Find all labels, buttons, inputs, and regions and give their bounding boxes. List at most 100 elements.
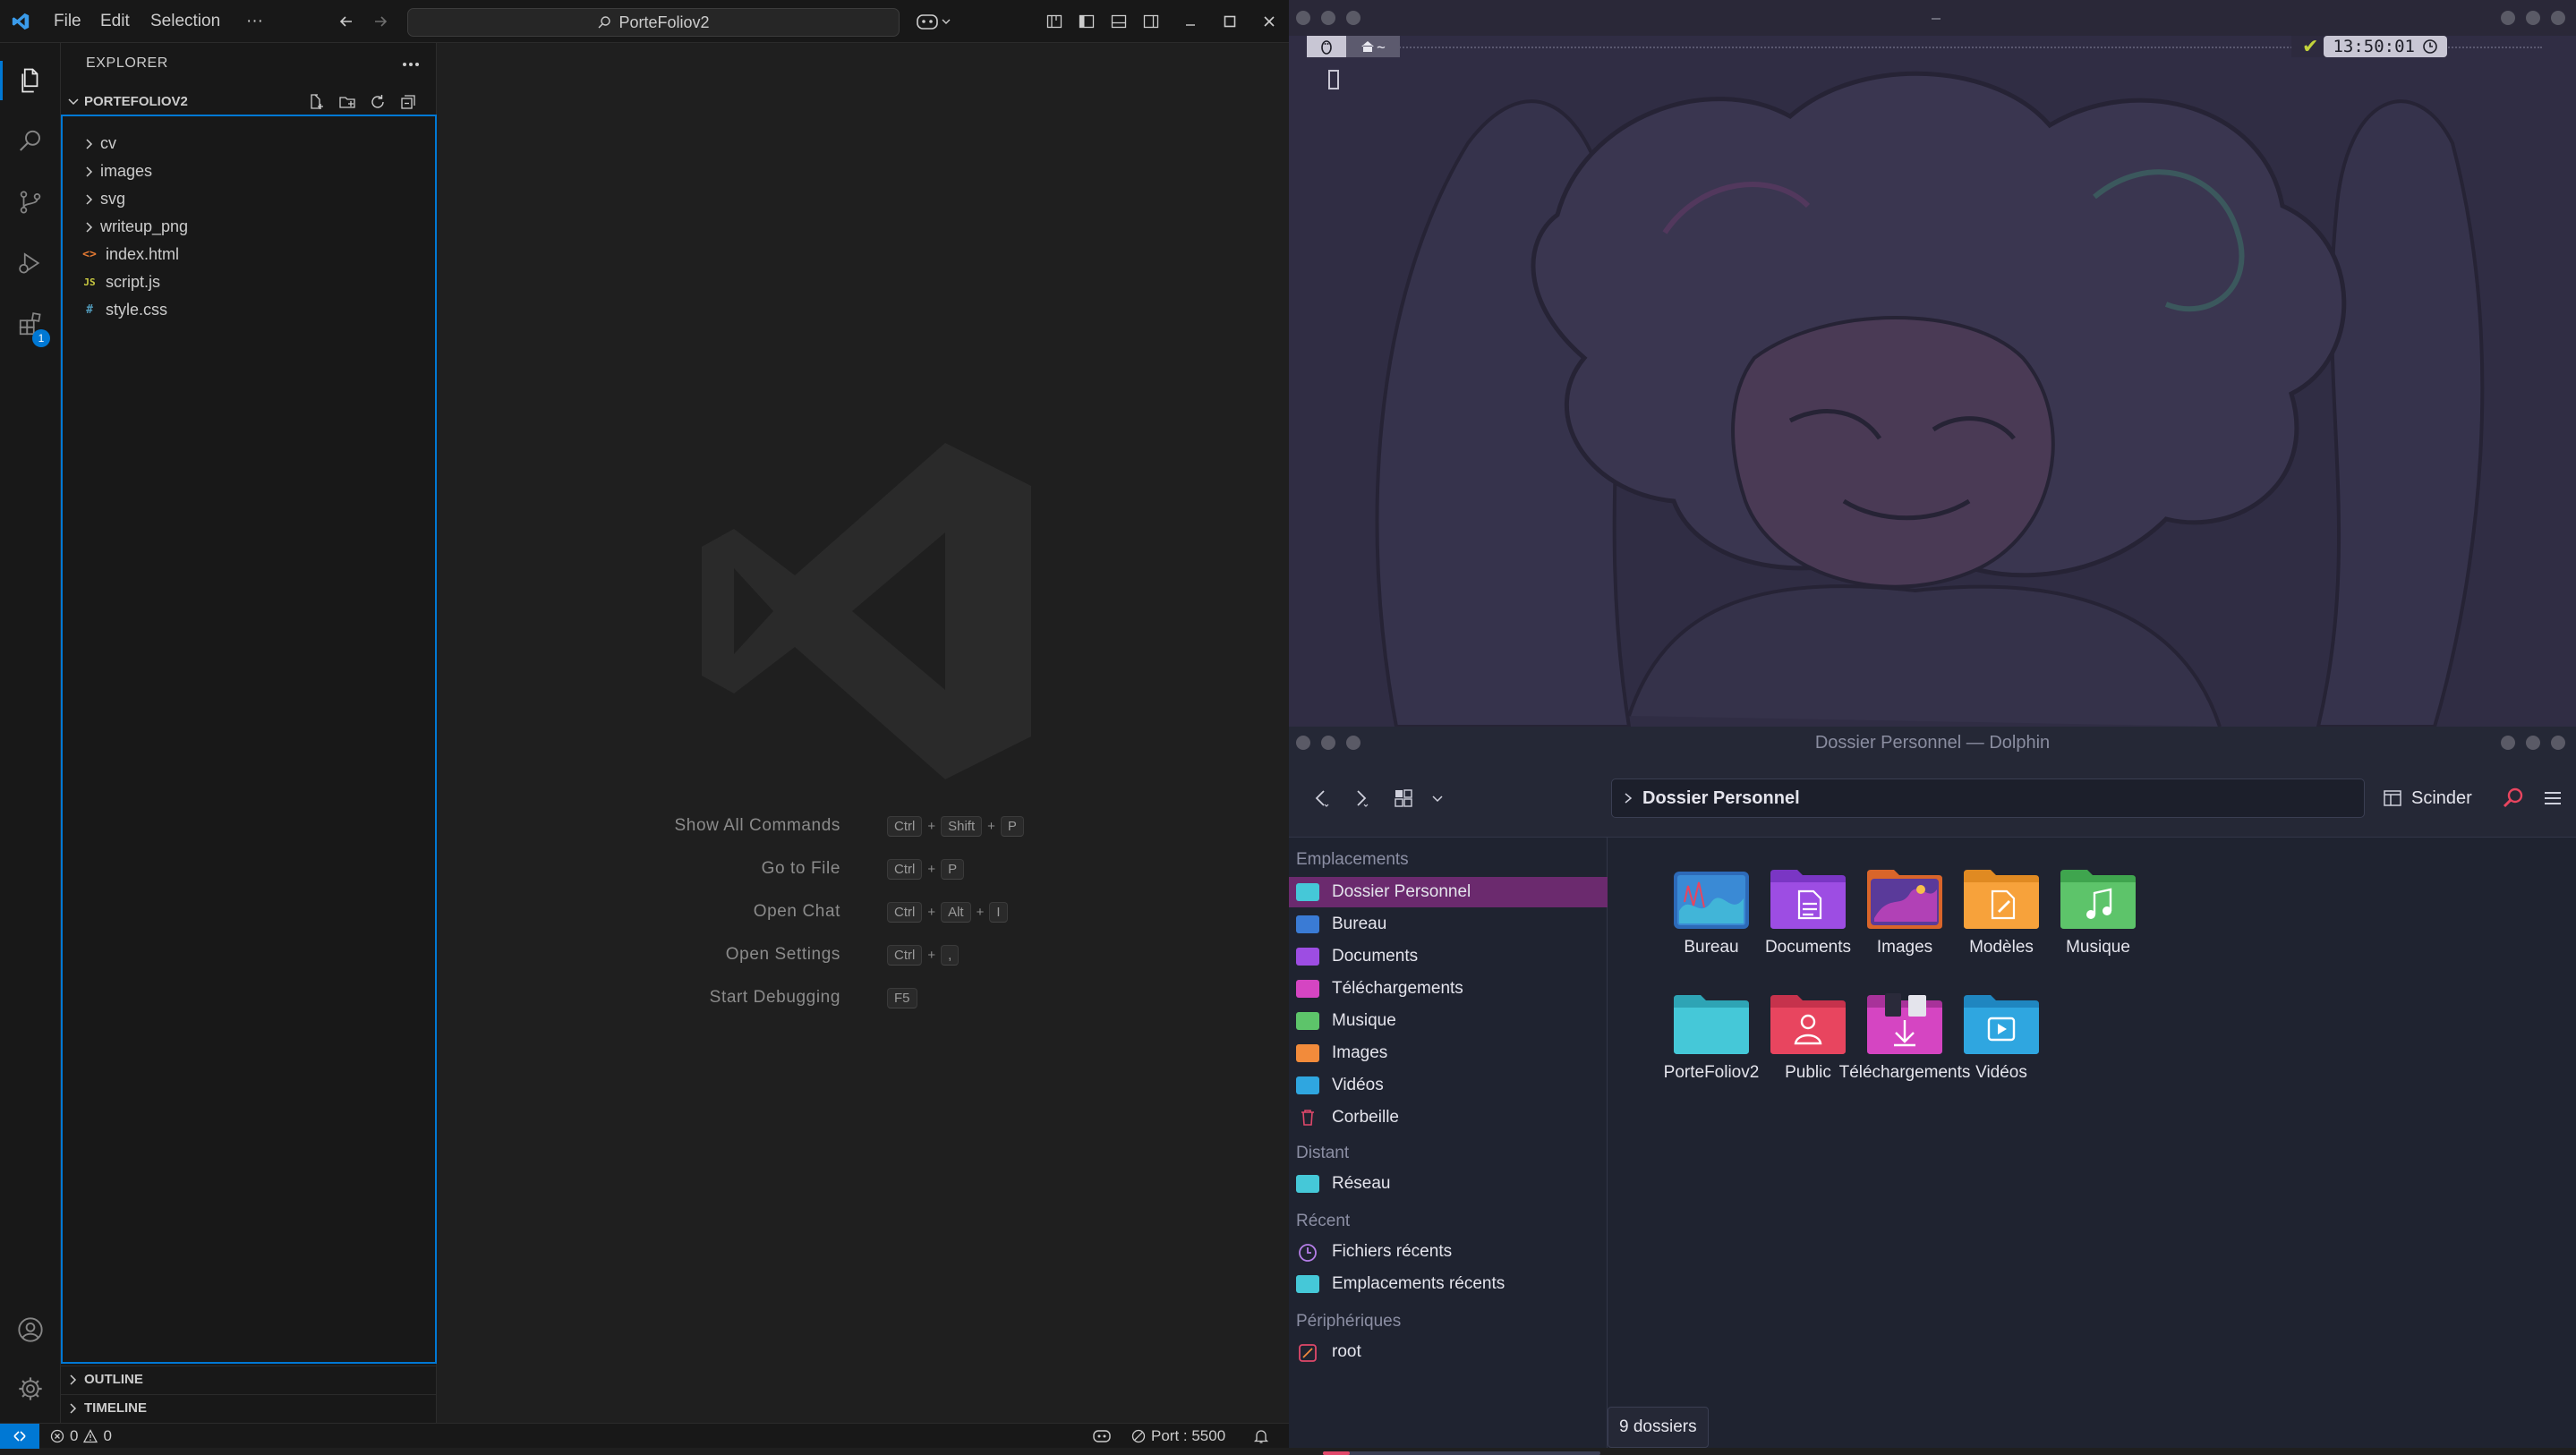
window-dot[interactable]: [1296, 736, 1310, 750]
tree-file-index-html[interactable]: <> index.html: [63, 241, 435, 268]
window-maximize-dot[interactable]: [2526, 736, 2540, 750]
menu-selection[interactable]: Selection: [150, 0, 220, 43]
tree-file-style-css[interactable]: # style.css: [63, 296, 435, 324]
root-usage-fill: [1323, 1451, 1350, 1455]
new-folder-icon[interactable]: [338, 93, 356, 111]
customize-layout-icon[interactable]: [1044, 11, 1065, 32]
place-label: Images: [1332, 1043, 1388, 1062]
prompt-home: ~: [1346, 36, 1400, 57]
close-icon[interactable]: [1258, 11, 1280, 32]
key-ctrl: Ctrl: [887, 902, 923, 923]
window-close-dot[interactable]: [2551, 11, 2565, 25]
explorer-more-icon[interactable]: [397, 55, 424, 73]
title-bar: File Edit Selection ··· PorteFoliov2: [0, 0, 1289, 43]
toggle-secondary-sidebar-icon[interactable]: [1140, 11, 1162, 32]
terminal-wallpaper-image: [1289, 36, 2576, 727]
remote-icon[interactable]: [0, 1424, 39, 1449]
live-server-port[interactable]: Port : 5500: [1131, 1424, 1225, 1449]
tree-folder-cv[interactable]: cv: [63, 130, 435, 157]
status-bar: 0 0 Port : 5500: [0, 1423, 1289, 1449]
folder-item[interactable]: Musique: [2017, 857, 2179, 983]
extensions-badge: 1: [32, 329, 50, 347]
problems-indicator[interactable]: 0 0: [50, 1424, 112, 1449]
window-close-dot[interactable]: [2551, 736, 2565, 750]
forward-icon[interactable]: [1346, 784, 1375, 813]
terminal-prompt-line: ~ ✔ 13:50:01: [1307, 35, 2560, 57]
copilot-icon[interactable]: [913, 10, 954, 33]
window-dot[interactable]: [1346, 736, 1361, 750]
refresh-icon[interactable]: [369, 93, 387, 111]
tree-item-label: svg: [100, 190, 126, 208]
view-dropdown-chevron-icon[interactable]: [1423, 784, 1452, 813]
window-maximize-dot[interactable]: [2526, 11, 2540, 25]
forward-arrow-icon[interactable]: [369, 11, 392, 32]
tree-item-label: writeup_png: [100, 217, 189, 235]
window-minimize-dot[interactable]: [2501, 736, 2515, 750]
timeline-section[interactable]: TIMELINE: [61, 1394, 437, 1421]
window-dot[interactable]: [1321, 11, 1335, 25]
warning-icon: [83, 1429, 98, 1443]
place-root[interactable]: root: [1289, 1337, 1608, 1367]
place-images[interactable]: Images: [1289, 1038, 1608, 1068]
explorer-icon[interactable]: [0, 50, 61, 111]
place-music[interactable]: Musique: [1289, 1006, 1608, 1036]
outline-section[interactable]: OUTLINE: [61, 1366, 437, 1392]
search-view-icon[interactable]: [0, 111, 61, 172]
downloads-folder-icon: [1296, 980, 1319, 998]
folder-label: Musique: [2066, 938, 2130, 957]
copilot-status-icon[interactable]: [1092, 1424, 1112, 1449]
place-home[interactable]: Dossier Personnel: [1289, 877, 1608, 907]
tree-item-label: images: [100, 162, 153, 180]
remote-section-header: Distant: [1296, 1144, 1350, 1162]
place-desktop[interactable]: Bureau: [1289, 909, 1608, 940]
place-network[interactable]: Réseau: [1289, 1169, 1608, 1199]
breadcrumb[interactable]: Dossier Personnel: [1642, 788, 1800, 809]
terminal-cursor-block[interactable]: [1328, 70, 1339, 89]
menu-more[interactable]: ···: [246, 0, 263, 43]
source-control-icon[interactable]: [0, 172, 61, 233]
place-trash[interactable]: Corbeille: [1289, 1102, 1608, 1133]
place-recent-files[interactable]: Fichiers récents: [1289, 1237, 1608, 1267]
tree-folder-images[interactable]: images: [63, 157, 435, 185]
tree-folder-writeup-png[interactable]: writeup_png: [63, 213, 435, 241]
folder-item[interactable]: Vidéos: [1921, 983, 2082, 1108]
manage-gear-icon[interactable]: [0, 1358, 61, 1419]
hamburger-menu-icon[interactable]: [2538, 784, 2567, 813]
window-minimize-dot[interactable]: [2501, 11, 2515, 25]
minimize-icon[interactable]: [1180, 11, 1201, 32]
window-dot[interactable]: [1296, 11, 1310, 25]
maximize-icon[interactable]: [1219, 11, 1241, 32]
toggle-panel-icon[interactable]: [1108, 11, 1130, 32]
extensions-icon[interactable]: 1: [0, 294, 61, 354]
explorer-title: EXPLORER: [86, 55, 168, 71]
root-folder-header[interactable]: PORTEFOLIOV2: [61, 88, 437, 115]
key-plus: +: [927, 905, 936, 920]
window-dot[interactable]: [1321, 736, 1335, 750]
window-dot[interactable]: [1346, 11, 1361, 25]
place-documents[interactable]: Documents: [1289, 941, 1608, 972]
view-mode-icon[interactable]: [1389, 784, 1418, 813]
search-icon[interactable]: [2499, 784, 2528, 813]
menu-file[interactable]: File: [54, 0, 81, 43]
account-icon[interactable]: [0, 1299, 61, 1360]
key-plus: +: [976, 905, 985, 920]
location-bar[interactable]: Dossier Personnel: [1611, 779, 2365, 818]
clock-icon: [2422, 38, 2438, 55]
new-file-icon[interactable]: [308, 93, 326, 111]
bell-icon[interactable]: [1253, 1424, 1269, 1449]
menu-edit[interactable]: Edit: [100, 0, 130, 43]
command-center[interactable]: PorteFoliov2: [407, 8, 900, 37]
split-button[interactable]: Scinder: [2383, 779, 2472, 818]
toggle-sidebar-icon[interactable]: [1076, 11, 1097, 32]
back-arrow-icon[interactable]: [335, 11, 358, 32]
tree-folder-svg[interactable]: svg: [63, 185, 435, 213]
error-count: 0: [70, 1427, 79, 1444]
tree-file-script-js[interactable]: JS script.js: [63, 268, 435, 296]
place-videos[interactable]: Vidéos: [1289, 1070, 1608, 1101]
place-recent-locations[interactable]: Emplacements récents: [1289, 1269, 1608, 1299]
place-downloads[interactable]: Téléchargements: [1289, 974, 1608, 1004]
run-debug-icon[interactable]: [0, 233, 61, 294]
back-icon[interactable]: [1307, 784, 1335, 813]
collapse-all-icon[interactable]: [399, 93, 417, 111]
images-folder-icon: [1296, 1044, 1319, 1062]
